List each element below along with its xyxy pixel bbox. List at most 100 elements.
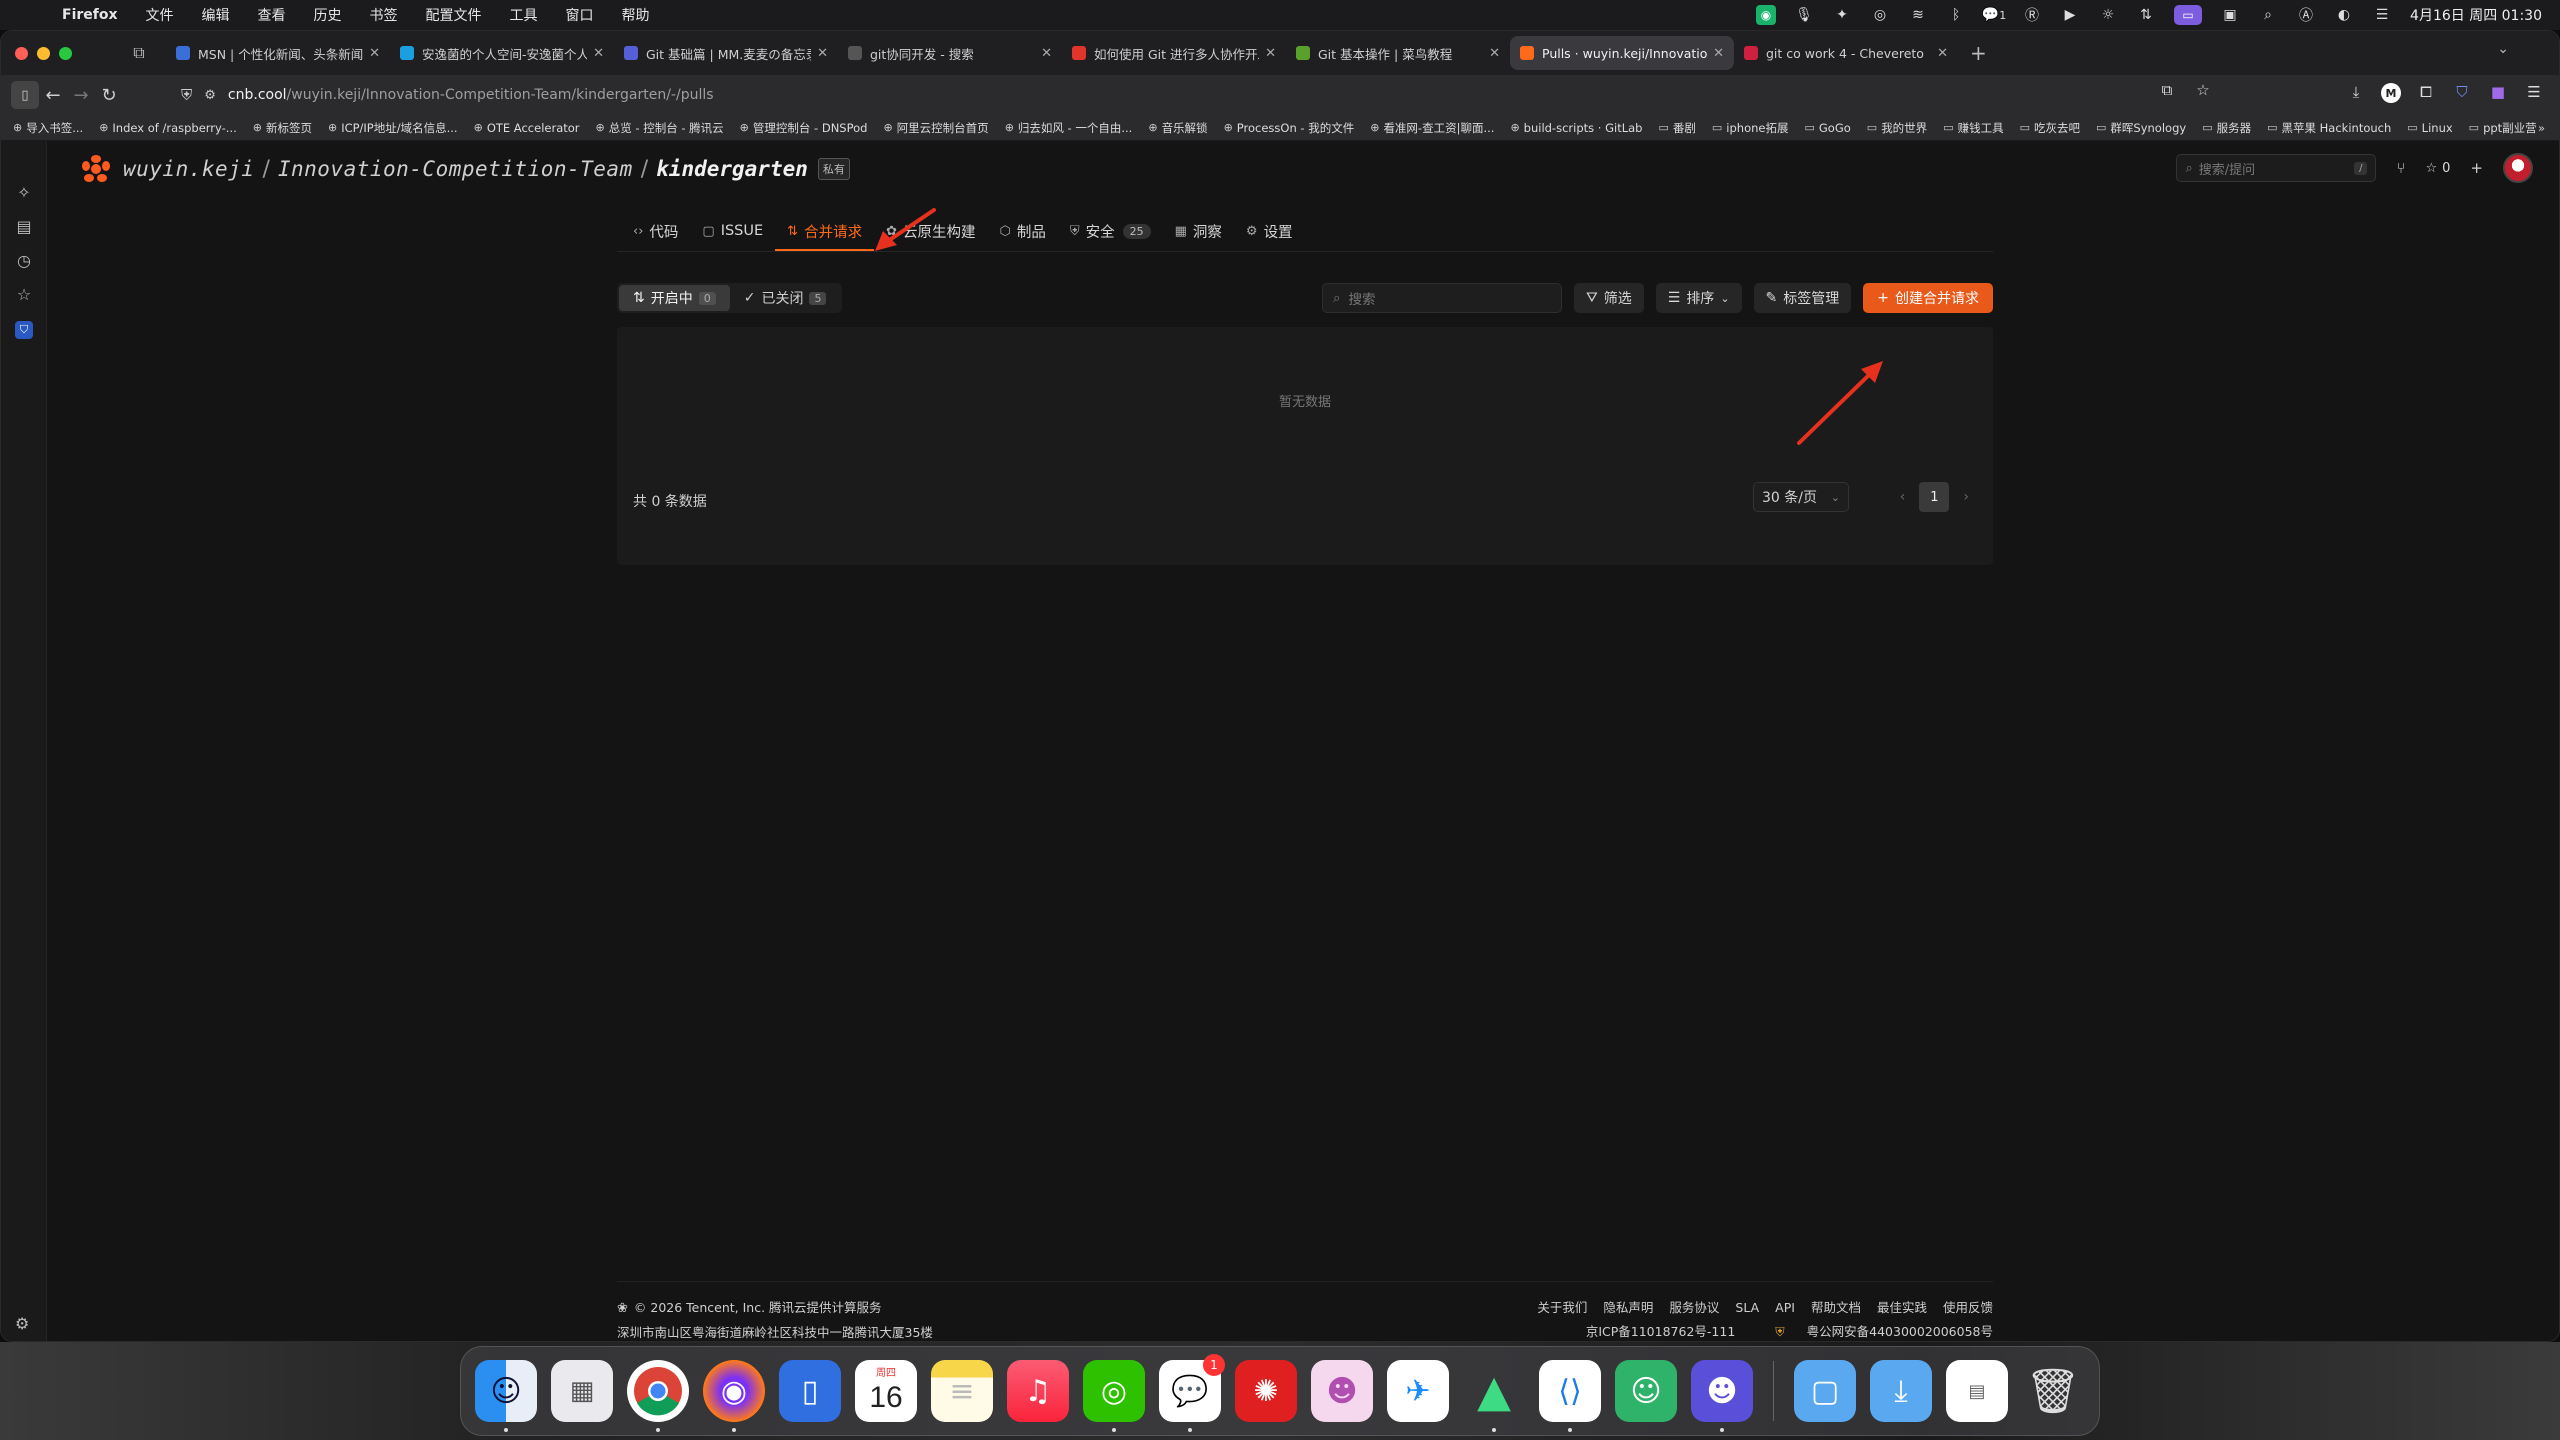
filter-button[interactable]: ⛛ 筛选 <box>1573 283 1644 313</box>
label-management-button[interactable]: ✎ 标签管理 <box>1753 283 1852 313</box>
repo-tab[interactable]: ‹› 代码 <box>621 211 690 251</box>
next-page-icon[interactable]: › <box>1963 489 1969 505</box>
cat-app-icon[interactable]: ☻ <box>1311 1360 1373 1422</box>
bookmarks-star-icon[interactable]: ☆ <box>15 285 33 304</box>
history-clock-icon[interactable]: ◷ <box>15 251 33 270</box>
bookmark-item[interactable]: ▭ 黑苹果 Hackintouch <box>2267 120 2391 136</box>
minimize-window-button[interactable] <box>37 46 50 60</box>
tab-overview-icon[interactable]: ⧉ <box>127 41 151 65</box>
menu-profiles[interactable]: 配置文件 <box>426 5 482 25</box>
bookmarks-overflow-icon[interactable]: » <box>2538 121 2545 135</box>
fork-icon[interactable]: ⑂ <box>2396 159 2405 177</box>
close-tab-icon[interactable]: ✕ <box>369 46 380 61</box>
footer-link[interactable]: API <box>1775 1300 1795 1315</box>
bookmark-item[interactable]: ⊕ 管理控制台 - DNSPod <box>740 120 868 136</box>
plus-icon[interactable]: + <box>2470 159 2483 177</box>
bookmark-item[interactable]: ⊕ ProcessOn - 我的文件 <box>1224 120 1355 136</box>
prev-page-icon[interactable]: ‹ <box>1900 489 1906 505</box>
footer-link[interactable]: 最佳实践 <box>1877 1300 1927 1315</box>
star-button[interactable]: ☆ 0 <box>2425 161 2450 176</box>
close-tab-icon[interactable]: ✕ <box>1489 46 1500 61</box>
bookmark-item[interactable]: ▭ 赚钱工具 <box>1943 120 2003 136</box>
menu-app-name[interactable]: Firefox <box>62 7 118 23</box>
siri-icon[interactable]: ◐ <box>2334 5 2354 25</box>
bookmark-item[interactable]: ▭ ppt副业营 <box>2469 120 2537 136</box>
vscode-icon[interactable]: ⟨⟩ <box>1539 1360 1601 1432</box>
browser-tab[interactable]: git co work 4 - Chevereto ✕ <box>1734 36 1958 70</box>
game-app-icon[interactable]: ☺ <box>1615 1360 1677 1422</box>
repo-owner-link[interactable]: wuyin.keji <box>123 157 254 181</box>
calendar-icon[interactable]: 周四 16 <box>855 1360 917 1422</box>
bookmark-item[interactable]: ⊕ 音乐解锁 <box>1148 120 1207 136</box>
repo-tab[interactable]: ⚙ 设置 <box>1234 211 1305 251</box>
icp-link[interactable]: 京ICP备11018762号-111 <box>1586 1324 1735 1339</box>
menu-bookmarks[interactable]: 书签 <box>370 5 398 25</box>
bookmark-item[interactable]: ▭ iphone拓展 <box>1712 120 1789 136</box>
launchpad-icon[interactable]: ▦ <box>551 1360 613 1422</box>
trash-icon[interactable]: 🗑 <box>2022 1360 2084 1422</box>
dingtalk-icon[interactable]: ✈ <box>1387 1360 1449 1422</box>
extension-purple-icon[interactable]: ■ <box>2487 83 2509 103</box>
close-tab-icon[interactable]: ✕ <box>1265 46 1276 61</box>
close-tab-icon[interactable]: ✕ <box>1713 46 1724 61</box>
closed-prs-tab[interactable]: ✓ 已关闭 5 <box>730 285 841 311</box>
repo-group-link[interactable]: Innovation-Competition-Team <box>278 157 633 181</box>
forward-arrow-icon[interactable]: → <box>67 81 95 109</box>
repo-tab[interactable]: ⛨ 安全 25 <box>1058 211 1163 251</box>
bookmark-item[interactable]: ▭ 吃灰去吧 <box>2020 120 2080 136</box>
sort-button[interactable]: ☰ 排序 ⌄ <box>1655 283 1742 313</box>
browser-tab[interactable]: Git 基础篇 | MM.麦麦の备忘录 ✕ <box>614 36 838 70</box>
r-icon[interactable]: Ⓡ <box>2022 5 2042 25</box>
browser-tab[interactable]: 安逸菌的个人空间-安逸菌个人主页 ✕ <box>390 36 614 70</box>
menu-view[interactable]: 查看 <box>258 5 286 25</box>
android-studio-icon[interactable]: ▲ <box>1463 1360 1525 1432</box>
xuexi-icon[interactable]: ✺ <box>1235 1360 1297 1422</box>
translate-icon[interactable]: ⧉ <box>2156 81 2178 99</box>
wechat-icon[interactable]: ◎ <box>1870 5 1890 25</box>
back-arrow-icon[interactable]: ← <box>39 81 67 109</box>
applications-folder-icon[interactable]: ▢ <box>1794 1360 1856 1422</box>
bookmark-item[interactable]: ⊕ OTE Accelerator <box>474 121 580 135</box>
create-pr-button[interactable]: + 创建合并请求 <box>1863 283 1993 313</box>
screen-mirroring-icon[interactable]: ▭ <box>2174 5 2203 25</box>
display-icon[interactable]: ▣ <box>2220 5 2240 25</box>
screenshot-thumbnail[interactable]: ▤ <box>1946 1360 2008 1422</box>
bookmark-item[interactable]: ⊕ 归去如风 - 一个自由... <box>1005 120 1133 136</box>
search-icon[interactable]: ⌕ <box>2258 5 2278 25</box>
repo-tab[interactable]: ✿ 云原生构建 <box>874 211 987 251</box>
bookmark-item[interactable]: ▭ 服务器 <box>2202 120 2251 136</box>
browser-tab[interactable]: Pulls · wuyin.keji/Innovation-Co ✕ <box>1510 36 1734 70</box>
page-size-select[interactable]: 30 条/页 ⌄ <box>1753 482 1849 512</box>
cnb-logo-icon[interactable] <box>81 154 111 184</box>
bookmark-item[interactable]: ⊕ Index of /raspberry-... <box>99 121 237 135</box>
menu-window[interactable]: 窗口 <box>566 5 594 25</box>
bookmark-item[interactable]: ⊕ 总览 - 控制台 - 腾讯云 <box>596 120 724 136</box>
brightness-icon[interactable]: ☼ <box>2098 5 2118 25</box>
sidebar-toggle-icon[interactable]: ▯ <box>11 81 39 109</box>
footer-link[interactable]: 服务协议 <box>1669 1300 1719 1315</box>
repo-tab[interactable]: ▢ ISSUE <box>690 211 775 251</box>
play-icon[interactable]: ▶ <box>2060 5 2080 25</box>
chrome-icon[interactable] <box>627 1360 689 1432</box>
new-tab-button[interactable]: + <box>1970 41 1987 65</box>
menu-edit[interactable]: 编辑 <box>202 5 230 25</box>
tracking-shield-icon[interactable]: ⛨ <box>181 86 192 104</box>
wechat-icon[interactable]: ◎ <box>1083 1360 1145 1432</box>
reload-icon[interactable]: ↻ <box>95 81 123 109</box>
browser-tab[interactable]: MSN | 个性化新闻、头条新闻、实 ✕ <box>166 36 390 70</box>
bookmark-item[interactable]: ▭ 番剧 <box>1658 120 1695 136</box>
fullscreen-window-button[interactable] <box>59 46 72 60</box>
tab-list-chevron-icon[interactable]: ⌄ <box>2497 41 2509 57</box>
microphone-icon[interactable]: 🎙 <box>1794 5 1814 25</box>
extension-m-icon[interactable]: M <box>2381 83 2401 103</box>
bluetooth-icon[interactable]: ᛒ <box>1946 5 1966 25</box>
music-icon[interactable]: ♫ <box>1007 1360 1069 1422</box>
cat-purple-app-icon[interactable]: ☻ <box>1691 1360 1753 1432</box>
menu-file[interactable]: 文件 <box>146 5 174 25</box>
bookmark-item[interactable]: ▭ 群晖Synology <box>2096 120 2186 136</box>
sidebar-settings-icon[interactable]: ⚙ <box>15 1314 29 1333</box>
police-record-link[interactable]: ⛨ 粤公网安备44030002006058号 <box>1757 1324 1993 1339</box>
ai-sparkle-icon[interactable]: ✧ <box>15 183 33 202</box>
reading-list-icon[interactable]: ▤ <box>15 217 33 236</box>
firefox-icon[interactable]: ◉ <box>703 1360 765 1432</box>
